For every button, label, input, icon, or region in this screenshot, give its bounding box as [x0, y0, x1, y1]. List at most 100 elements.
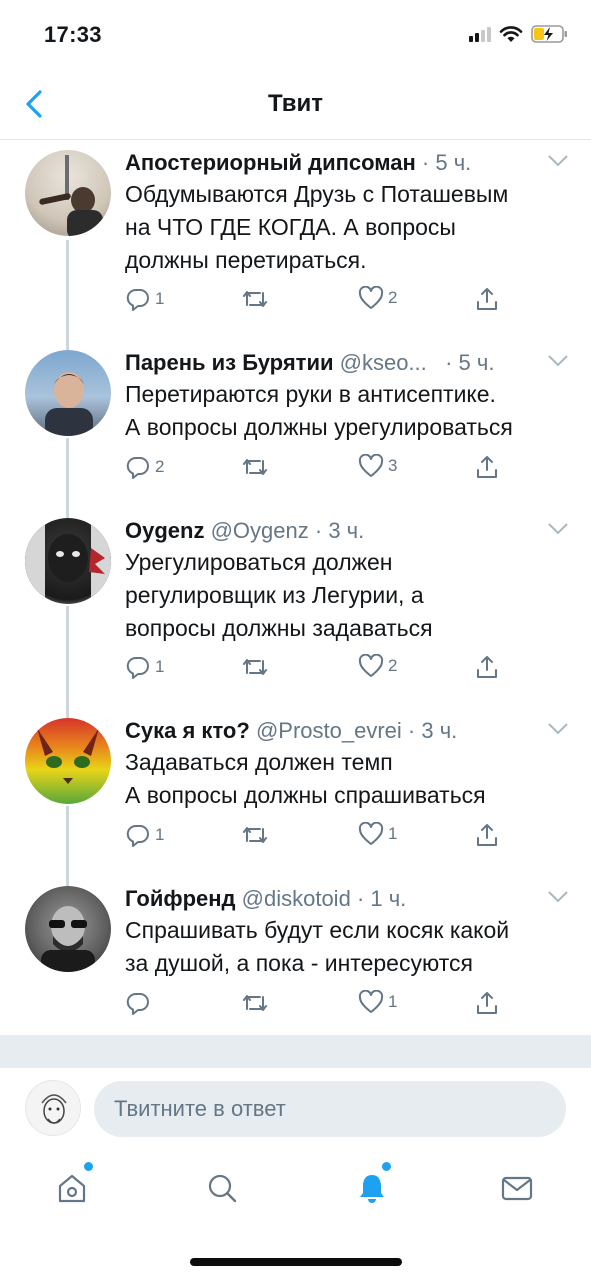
retweet-button[interactable] — [240, 286, 274, 312]
home-indicator[interactable] — [190, 1258, 402, 1266]
thread-line — [66, 708, 69, 718]
like-button[interactable]: 2 — [358, 654, 397, 678]
reply-icon — [126, 824, 149, 847]
bell-icon — [360, 1175, 384, 1203]
author-name[interactable]: Гойфренд — [125, 886, 236, 911]
avatar[interactable] — [25, 1080, 81, 1136]
battery-charging-icon — [531, 25, 567, 43]
retweet-icon — [243, 659, 267, 675]
like-count: 1 — [388, 824, 398, 843]
tab-notifications[interactable] — [352, 1162, 392, 1208]
retweet-button[interactable] — [240, 990, 274, 1016]
author-handle: @kseo... — [339, 350, 427, 375]
reply-button[interactable]: 2 — [125, 454, 164, 480]
author-handle: @Prosto_evrei — [255, 718, 402, 743]
tab-home[interactable] — [52, 1162, 93, 1208]
share-button[interactable] — [474, 286, 500, 312]
chevron-down-icon[interactable] — [547, 890, 569, 904]
author-handle: @Oygenz — [210, 518, 309, 543]
envelope-icon — [501, 1176, 533, 1201]
author-name[interactable]: Oygenz — [125, 518, 204, 543]
reply-button[interactable]: 1 — [125, 654, 164, 680]
like-button[interactable]: 1 — [358, 822, 397, 846]
author-name[interactable]: Апостериорный дипсоман — [125, 150, 416, 175]
share-button[interactable] — [474, 654, 500, 680]
tweet-actions: 1 1 — [125, 822, 545, 854]
tweet[interactable]: Сука я кто? @Prosto_evrei · 3 ч. Задават… — [0, 708, 591, 876]
retweet-button[interactable] — [240, 654, 274, 680]
avatar[interactable] — [25, 150, 111, 236]
tweet-text: Спрашивать будут если косяк какой за душ… — [125, 917, 510, 976]
share-icon — [477, 992, 497, 1014]
tab-search[interactable] — [202, 1168, 242, 1208]
notification-dot — [382, 1162, 391, 1171]
avatar[interactable] — [25, 886, 111, 972]
like-count: 3 — [388, 456, 398, 475]
status-time: 17:33 — [44, 22, 102, 47]
tweet-actions: 1 — [125, 990, 545, 1022]
tweet-time: · 3 ч. — [314, 518, 365, 543]
reply-button[interactable] — [125, 990, 155, 1016]
heart-icon — [358, 822, 384, 845]
thread-line — [66, 876, 69, 886]
tweet[interactable]: Парень из Бурятии @kseo... · 5 ч. Перети… — [0, 340, 591, 508]
like-count: 2 — [388, 656, 398, 675]
thread-line — [66, 438, 69, 508]
wifi-icon — [499, 26, 523, 42]
heart-icon — [358, 286, 384, 309]
retweet-icon — [243, 291, 267, 307]
tweet[interactable]: Oygenz @Oygenz · 3 ч. Урегулироваться до… — [0, 508, 591, 708]
tweet[interactable]: Апостериорный дипсоман · 5 ч. Обдумывают… — [0, 140, 591, 340]
avatar[interactable] — [25, 350, 111, 436]
tweet-thread: Апостериорный дипсоман · 5 ч. Обдумывают… — [0, 140, 591, 1036]
tweet-text: Задаваться должен темп А вопросы должны … — [125, 749, 486, 808]
share-icon — [477, 824, 497, 846]
author-name[interactable]: Сука я кто? — [125, 718, 250, 743]
like-button[interactable]: 3 — [358, 454, 397, 478]
tab-messages[interactable] — [497, 1168, 537, 1208]
share-button[interactable] — [474, 454, 500, 480]
retweet-icon — [243, 995, 267, 1011]
thread-line — [66, 508, 69, 518]
tweet-actions: 1 2 — [125, 654, 545, 686]
reply-input[interactable]: Твитните в ответ — [94, 1081, 566, 1137]
thread-line — [66, 340, 69, 350]
chevron-down-icon[interactable] — [547, 522, 569, 536]
reply-bar: Твитните в ответ — [0, 1068, 591, 1150]
retweet-button[interactable] — [240, 454, 274, 480]
tweet-actions: 2 3 — [125, 454, 545, 486]
tweet-text: Урегулироваться должен регулировщик из Л… — [125, 549, 433, 641]
thread-line — [66, 240, 69, 340]
thread-line — [66, 806, 69, 876]
reply-count: 1 — [155, 289, 165, 308]
share-icon — [477, 456, 497, 478]
like-button[interactable]: 1 — [358, 990, 397, 1014]
like-count: 1 — [388, 992, 398, 1011]
avatar[interactable] — [25, 518, 111, 604]
reply-button[interactable]: 1 — [125, 822, 164, 848]
reply-button[interactable]: 1 — [125, 286, 164, 312]
share-icon — [477, 656, 497, 678]
like-button[interactable]: 2 — [358, 286, 397, 310]
status-icons — [469, 24, 569, 44]
heart-icon — [358, 654, 384, 677]
chevron-down-icon[interactable] — [547, 354, 569, 368]
author-name[interactable]: Парень из Бурятии — [125, 350, 334, 375]
nav-header: Твит — [0, 70, 591, 140]
notification-dot — [84, 1162, 93, 1171]
chevron-down-icon[interactable] — [547, 154, 569, 168]
tweet-time: · 3 ч. — [407, 718, 458, 743]
tweet[interactable]: Гойфренд @diskotoid · 1 ч. Спрашивать бу… — [0, 876, 591, 1036]
share-icon — [477, 288, 497, 310]
like-count: 2 — [388, 288, 398, 307]
status-bar: 17:33 — [0, 0, 591, 70]
chevron-down-icon[interactable] — [547, 722, 569, 736]
reply-count: 1 — [155, 825, 165, 844]
heart-icon — [358, 990, 384, 1013]
share-button[interactable] — [474, 822, 500, 848]
reply-icon — [126, 992, 149, 1015]
retweet-button[interactable] — [240, 822, 274, 848]
share-button[interactable] — [474, 990, 500, 1016]
signal-icon — [469, 26, 491, 42]
avatar[interactable] — [25, 718, 111, 804]
